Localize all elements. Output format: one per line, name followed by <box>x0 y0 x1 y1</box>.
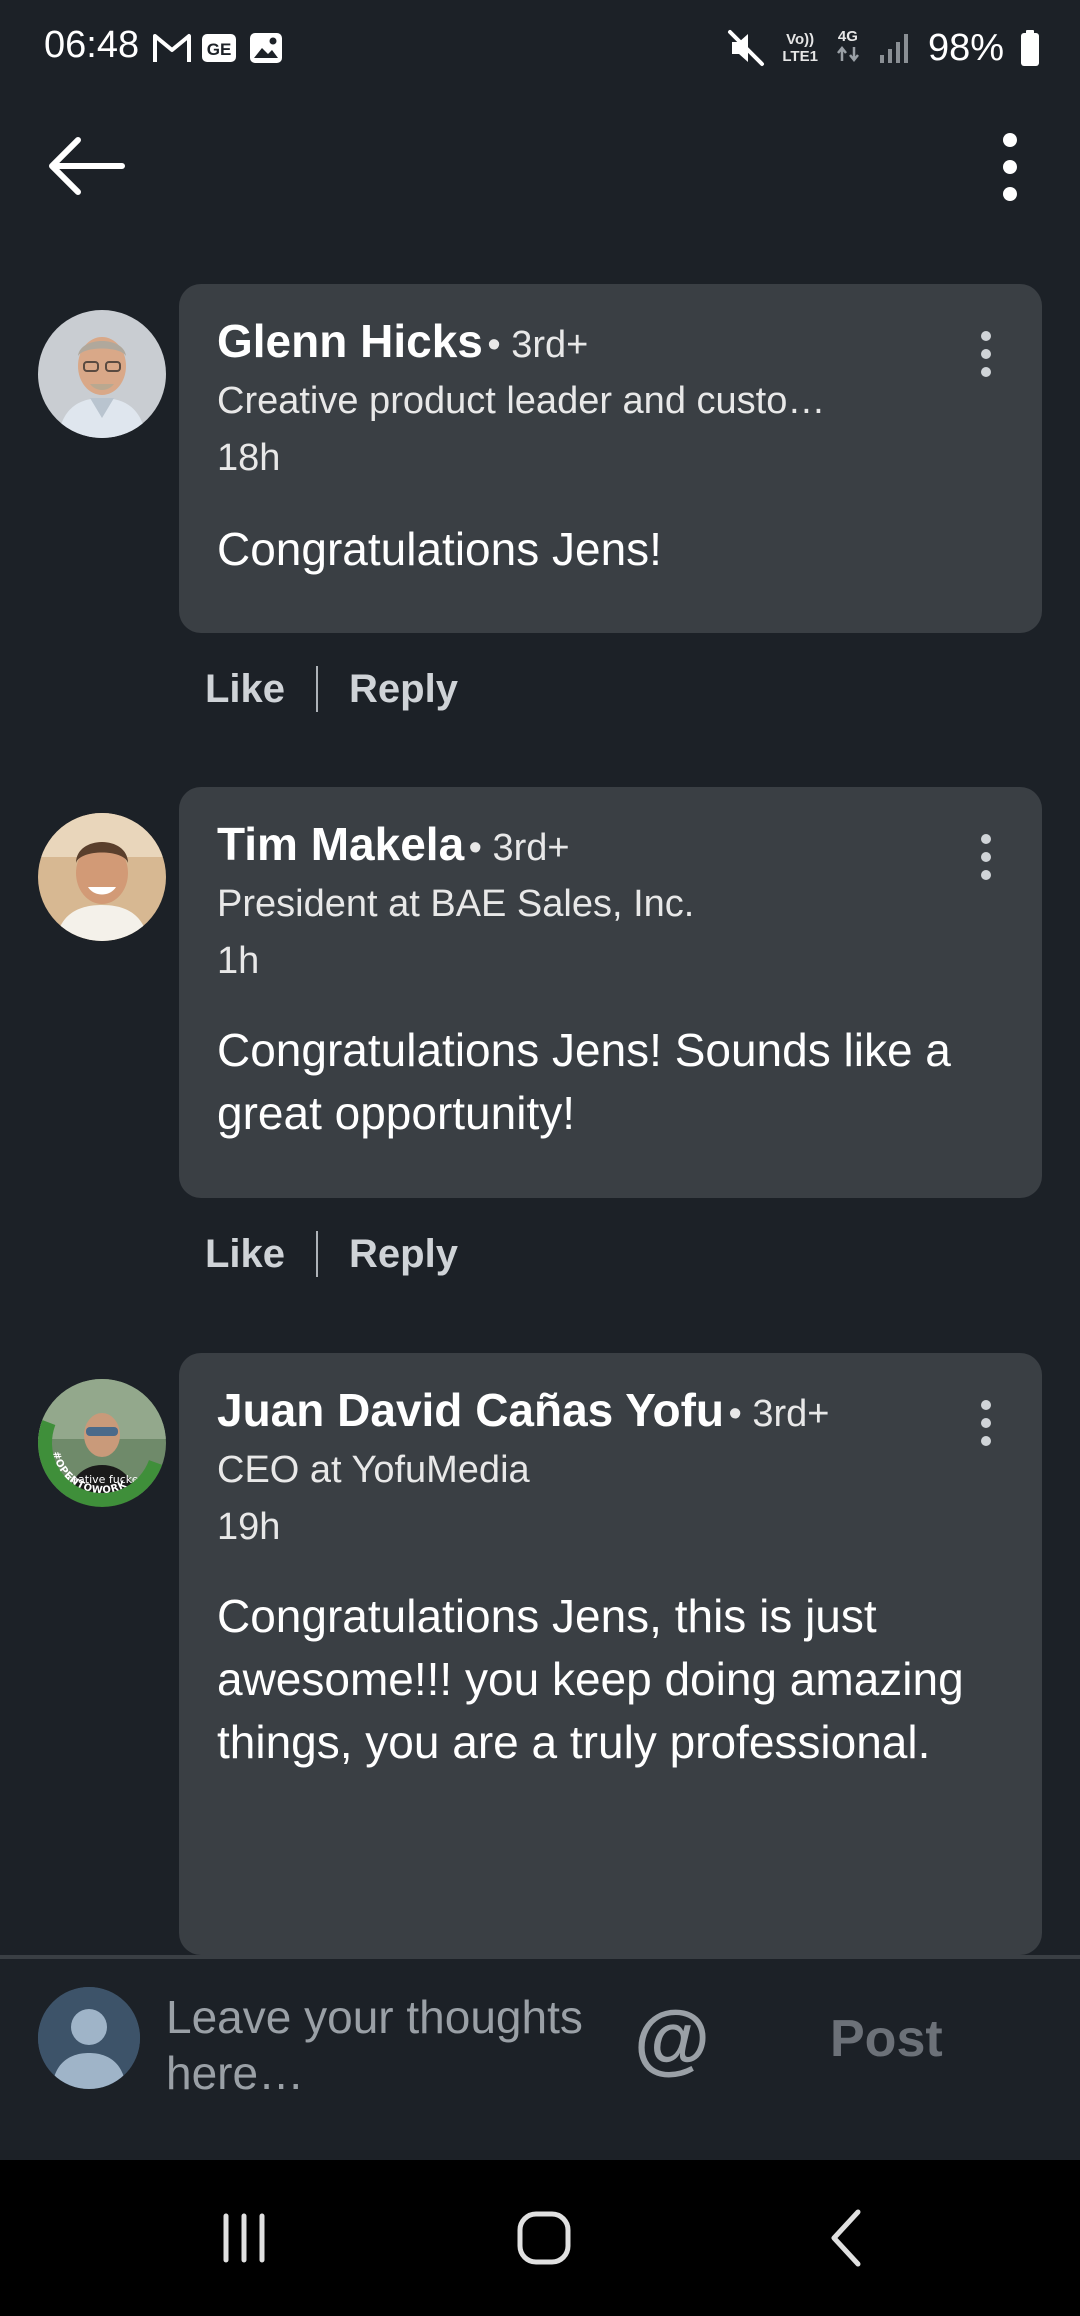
divider <box>316 1231 319 1277</box>
reply-button[interactable]: Reply <box>349 1232 458 1277</box>
like-button[interactable]: Like <box>205 1232 285 1277</box>
author-name[interactable]: Glenn Hicks <box>217 315 483 367</box>
gallery-icon <box>250 33 282 63</box>
svg-text:@: @ <box>634 2001 710 2081</box>
comment-menu-button[interactable] <box>966 1393 1006 1453</box>
comment-text: Congratulations Jens! <box>217 523 662 575</box>
comment-text: Congratulations Jens, this is just aweso… <box>217 1590 964 1768</box>
author-headline: President at BAE Sales, Inc. <box>217 883 695 925</box>
avatar[interactable] <box>38 310 166 438</box>
author-name[interactable]: Juan David Cañas Yofu <box>217 1384 724 1436</box>
my-avatar <box>38 1987 140 2089</box>
status-bar: 06:48 GE Vo)) LTE1 4G 98% <box>0 0 1080 96</box>
comment-timestamp: 18h <box>217 437 281 479</box>
comment-input[interactable]: Leave your thoughts here… <box>166 1989 586 2101</box>
back-button[interactable] <box>40 126 130 206</box>
signal-icon <box>879 34 908 63</box>
comment-bubble: Juan David Cañas Yofu • 3rd+ CEO at Yofu… <box>179 1353 1042 1955</box>
mute-icon <box>728 30 765 66</box>
author-headline: CEO at YofuMedia <box>217 1449 530 1491</box>
status-time: 06:48 <box>44 24 140 66</box>
comment-bubble: Glenn Hicks • 3rd+ Creative product lead… <box>179 284 1042 633</box>
arrow-left-icon <box>49 137 125 195</box>
svg-text:GE: GE <box>207 40 232 59</box>
author-line: Glenn Hicks • 3rd+ <box>217 314 588 368</box>
default-user-icon <box>38 1987 140 2089</box>
message-icon: GE <box>202 34 236 62</box>
profile-photo-icon <box>38 813 166 941</box>
data-arrows-icon <box>836 45 859 63</box>
home-icon[interactable] <box>513 2206 577 2270</box>
battery-icon <box>1021 30 1039 66</box>
comment-actions: Like Reply <box>205 666 458 712</box>
comment-bubble: Tim Makela • 3rd+ President at BAE Sales… <box>179 787 1042 1198</box>
network-indicator: 4G <box>834 28 862 68</box>
app-bar <box>0 96 1080 236</box>
more-vertical-icon <box>1003 133 1017 201</box>
comment-menu-button[interactable] <box>966 827 1006 887</box>
author-name[interactable]: Tim Makela <box>217 818 464 870</box>
comment-menu-button[interactable] <box>966 324 1006 384</box>
avatar[interactable] <box>38 813 166 941</box>
more-vertical-icon <box>981 331 991 377</box>
author-headline: Creative product leader and custo… <box>217 380 826 422</box>
more-vertical-icon <box>981 834 991 880</box>
mention-button[interactable]: @ <box>632 1994 712 2082</box>
author-line: Juan David Cañas Yofu • 3rd+ <box>217 1383 829 1437</box>
comment-composer: Leave your thoughts here… @ Post <box>0 1959 1080 2160</box>
post-button[interactable]: Post <box>830 2009 943 2069</box>
more-vertical-icon <box>981 1400 991 1446</box>
system-nav-bar <box>0 2160 1080 2316</box>
overflow-menu-button[interactable] <box>970 122 1050 212</box>
comment-timestamp: 1h <box>217 940 260 982</box>
comment-timestamp: 19h <box>217 1506 281 1548</box>
author-line: Tim Makela • 3rd+ <box>217 817 570 871</box>
connection-degree: • 3rd+ <box>728 1393 830 1435</box>
recent-apps-icon[interactable] <box>212 2206 276 2270</box>
divider <box>316 666 319 712</box>
system-back-icon[interactable] <box>818 2206 882 2270</box>
gmail-icon <box>153 34 191 62</box>
at-sign-icon: @ <box>634 1994 710 2082</box>
connection-degree: • 3rd+ <box>468 827 570 869</box>
battery-percent: 98% <box>927 26 1004 69</box>
volte-indicator: Vo)) LTE1 <box>782 31 818 65</box>
open-to-work-avatar: creative fucker #OPENTOWORK <box>38 1379 166 1507</box>
connection-degree: • 3rd+ <box>487 324 589 366</box>
comments-screen: 06:48 GE Vo)) LTE1 4G 98% Glenn Hicks • … <box>0 0 1080 2316</box>
comment-text: Congratulations Jens! Sounds like a grea… <box>217 1024 951 1139</box>
comment-actions: Like Reply <box>205 1231 458 1277</box>
status-right: Vo)) LTE1 4G 98% <box>726 22 1040 74</box>
like-button[interactable]: Like <box>205 667 285 712</box>
avatar[interactable]: creative fucker #OPENTOWORK <box>38 1379 166 1507</box>
profile-photo-icon <box>38 310 166 438</box>
reply-button[interactable]: Reply <box>349 667 458 712</box>
